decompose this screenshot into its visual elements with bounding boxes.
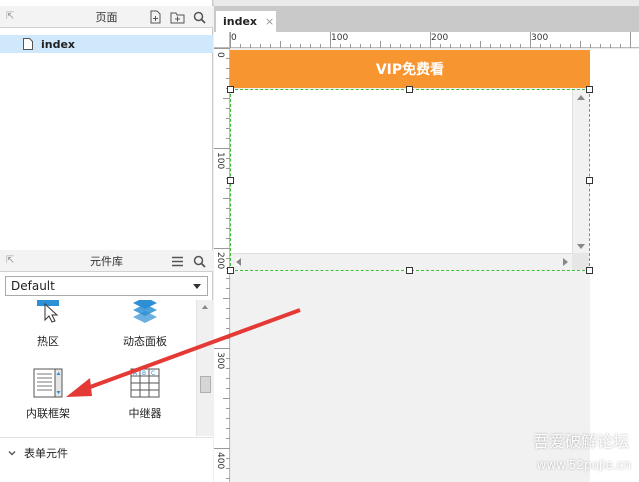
ruler-label: 200 xyxy=(215,252,225,270)
frame-vertical-scrollbar[interactable] xyxy=(572,90,589,254)
ruler-label: 400 xyxy=(215,452,225,470)
resize-handle[interactable] xyxy=(227,267,234,274)
widget-label: 动态面板 xyxy=(123,335,167,348)
canvas-outside-area[interactable] xyxy=(590,49,639,482)
inline-frame-icon xyxy=(33,368,63,398)
add-folder-icon[interactable] xyxy=(169,9,185,25)
app-window: ⇱ 页面 index ⇱ 元件库 Default 热区 动态面板 内联框架 A … xyxy=(0,0,639,482)
scroll-left-icon[interactable] xyxy=(236,258,241,266)
ruler-label: 300 xyxy=(215,352,225,370)
chevron-down-icon xyxy=(193,284,201,289)
collapse-icon[interactable]: ⇱ xyxy=(6,10,20,24)
ruler-corner xyxy=(214,32,230,48)
resize-handle[interactable] xyxy=(406,86,413,93)
ruler-label: 100 xyxy=(215,152,225,170)
vip-banner[interactable]: VIP免费看 xyxy=(230,50,590,88)
watermark-url: www.52pojie.cn xyxy=(536,458,631,472)
add-page-icon[interactable] xyxy=(147,9,163,25)
tab-bar: index × xyxy=(214,6,639,32)
search-icon[interactable] xyxy=(191,253,207,269)
banner-text: VIP免费看 xyxy=(375,62,445,78)
resize-handle[interactable] xyxy=(227,177,234,184)
editor-area: index × 0 100 200 300 0 100 200 300 400 xyxy=(214,0,639,482)
svg-text:C: C xyxy=(151,370,155,377)
scroll-right-icon[interactable] xyxy=(563,258,568,266)
page-item-index[interactable]: index xyxy=(0,35,213,53)
horizontal-ruler: 0 100 200 300 xyxy=(230,32,639,48)
widget-label: 热区 xyxy=(37,335,59,348)
hotspot-icon xyxy=(37,300,59,323)
chevron-down-icon xyxy=(8,450,16,455)
ruler-label: 0 xyxy=(231,33,237,43)
left-panel: ⇱ 页面 index ⇱ 元件库 Default 热区 动态面板 内联框架 A … xyxy=(0,0,213,482)
inline-frame-widget[interactable] xyxy=(230,89,590,271)
resize-handle[interactable] xyxy=(406,267,413,274)
ruler-label: 200 xyxy=(431,33,449,43)
page-icon xyxy=(23,38,33,50)
resize-handle[interactable] xyxy=(227,86,234,93)
tab-index[interactable]: index × xyxy=(216,11,276,32)
widget-label: 中继器 xyxy=(128,407,162,420)
scroll-up-icon[interactable] xyxy=(577,95,585,100)
resize-handle[interactable] xyxy=(586,267,593,274)
resize-handle[interactable] xyxy=(586,177,593,184)
library-select-value: Default xyxy=(11,279,55,293)
tab-label: index xyxy=(223,15,258,28)
library-select[interactable]: Default xyxy=(5,276,208,296)
frame-horizontal-scrollbar[interactable] xyxy=(231,253,573,270)
watermark-text: 吾爱破解论坛 xyxy=(532,432,629,451)
library-panel-header: ⇱ 元件库 xyxy=(0,250,213,272)
widget-repeater[interactable]: A B C 中继器 xyxy=(105,368,185,421)
collapse-icon[interactable]: ⇱ xyxy=(6,254,20,268)
pages-panel-header: ⇱ 页面 xyxy=(0,6,213,28)
section-form-widgets[interactable]: 表单元件 xyxy=(0,437,213,467)
dynamic-panel-icon xyxy=(133,297,157,323)
menu-icon[interactable] xyxy=(169,253,185,269)
widget-dynamic-panel[interactable]: 动态面板 xyxy=(105,297,185,349)
resize-handle[interactable] xyxy=(586,86,593,93)
widget-inline-frame[interactable]: 内联框架 xyxy=(8,368,88,421)
widget-hotspot[interactable]: 热区 xyxy=(8,300,88,349)
ruler-label: 300 xyxy=(531,33,549,43)
ruler-label: 0 xyxy=(215,52,225,58)
scroll-thumb[interactable] xyxy=(200,376,211,393)
vertical-ruler: 0 100 200 300 400 xyxy=(214,48,230,482)
scroll-down-icon[interactable] xyxy=(577,244,585,249)
widget-label: 内联框架 xyxy=(26,407,70,420)
svg-text:B: B xyxy=(142,370,146,377)
section-label: 表单元件 xyxy=(24,446,68,460)
page-item-label: index xyxy=(41,37,76,51)
search-icon[interactable] xyxy=(191,9,207,25)
scroll-up-icon[interactable] xyxy=(202,305,208,309)
ruler-label: 100 xyxy=(331,33,349,43)
close-icon[interactable]: × xyxy=(265,15,274,28)
repeater-icon: A B C xyxy=(130,368,160,398)
library-scrollbar[interactable] xyxy=(196,300,213,436)
